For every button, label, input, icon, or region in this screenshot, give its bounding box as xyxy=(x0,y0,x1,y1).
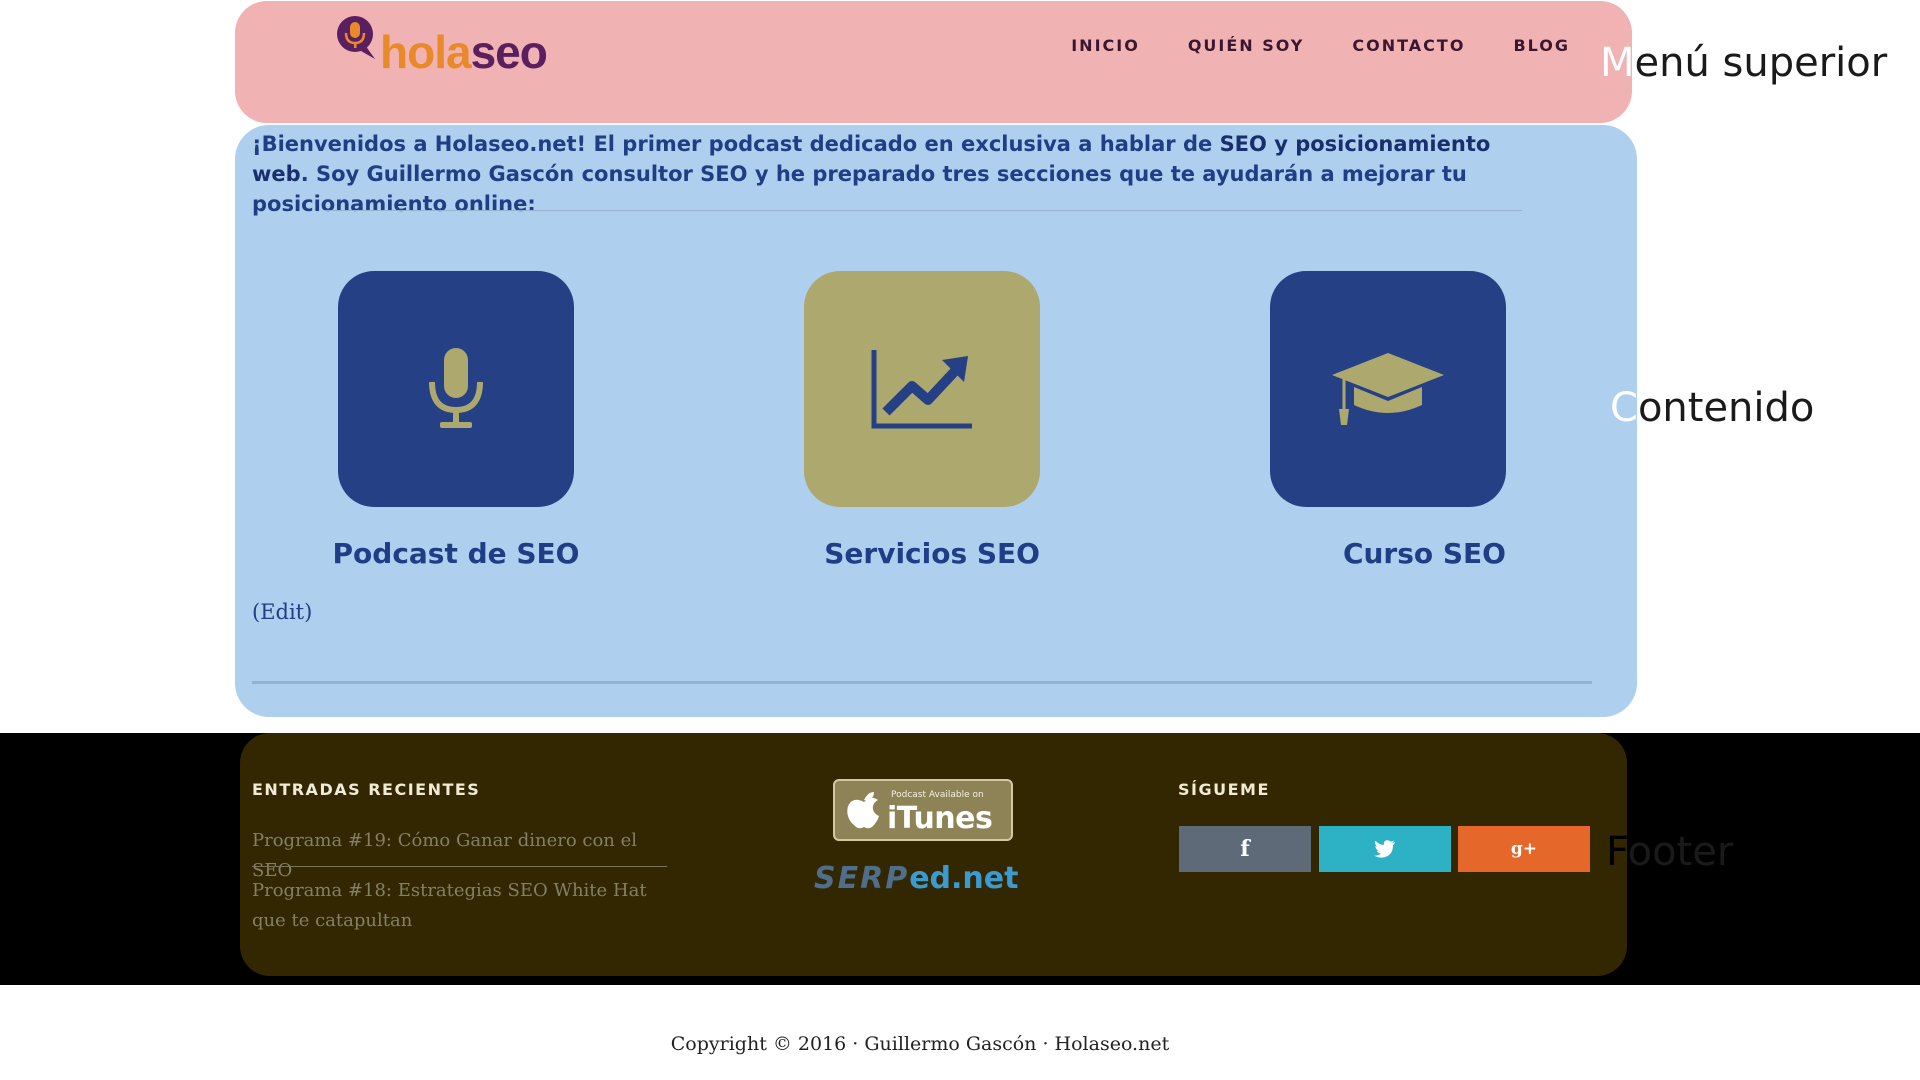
apple-icon xyxy=(847,792,879,829)
microphone-bubble-icon xyxy=(337,16,375,59)
google-plus-button[interactable]: g+ xyxy=(1458,826,1590,872)
microphone-icon xyxy=(429,348,483,428)
serped-logo[interactable]: SERPed.net xyxy=(814,861,1018,896)
trending-chart-icon xyxy=(871,350,972,429)
card-podcast[interactable]: Podcast de SEO xyxy=(333,271,579,570)
recent-post-link[interactable]: Programa #18: Estrategias SEO White Hat … xyxy=(252,876,667,936)
nav-item-contacto[interactable]: CONTACTO xyxy=(1352,36,1465,55)
card-tile xyxy=(1270,271,1506,507)
header-menu: holaseo INICIO QUIÉN SOY CONTACTO BLOG xyxy=(235,1,1632,123)
footer: ENTRADAS RECIENTES Programa #19: Cómo Ga… xyxy=(240,733,1627,976)
annotation-menu: Menú superior xyxy=(1600,40,1888,86)
serped-text-b: ed.net xyxy=(909,861,1019,896)
itunes-badge[interactable]: Podcast Available on iTunes xyxy=(833,779,1013,841)
recent-posts-heading: ENTRADAS RECIENTES xyxy=(252,780,481,799)
graduation-cap-icon xyxy=(1332,353,1444,425)
card-curso[interactable]: Curso SEO xyxy=(1270,271,1506,570)
edit-link[interactable]: (Edit) xyxy=(252,600,312,624)
nav-item-inicio[interactable]: INICIO xyxy=(1071,36,1140,55)
google-plus-icon: g+ xyxy=(1510,839,1538,859)
twitter-button[interactable] xyxy=(1319,826,1451,872)
card-title-curso: Curso SEO xyxy=(1342,537,1506,570)
intro-text: ¡Bienvenidos a Holaseo.net! El primer po… xyxy=(252,132,1491,216)
annotation-footer: Footer xyxy=(1606,829,1734,875)
itunes-small-text: Podcast Available on xyxy=(891,790,984,800)
holaseo-logo[interactable]: holaseo xyxy=(335,15,565,85)
logo-text: holaseo xyxy=(380,26,548,78)
nav-item-quien-soy[interactable]: QUIÉN SOY xyxy=(1188,36,1305,55)
follow-heading: SÍGUEME xyxy=(1178,780,1270,799)
divider xyxy=(324,210,1522,211)
annotation-content: Contenido xyxy=(1610,385,1815,431)
facebook-button[interactable]: f xyxy=(1179,826,1311,872)
card-title-servicios: Servicios SEO xyxy=(824,537,1040,570)
nav-item-blog[interactable]: BLOG xyxy=(1513,36,1570,55)
facebook-icon: f xyxy=(1240,836,1250,862)
card-servicios[interactable]: Servicios SEO xyxy=(804,271,1040,570)
twitter-icon xyxy=(1374,840,1395,858)
card-title-podcast: Podcast de SEO xyxy=(332,537,580,570)
card-tile xyxy=(338,271,574,507)
divider xyxy=(252,681,1592,684)
main-nav: INICIO QUIÉN SOY CONTACTO BLOG xyxy=(1071,36,1570,55)
divider xyxy=(252,866,667,867)
itunes-big-text: iTunes xyxy=(887,801,993,836)
copyright: Copyright © 2016 · Guillermo Gascón · Ho… xyxy=(670,1033,1170,1055)
serped-text-a: SERP xyxy=(814,861,910,896)
main-content: ¡Bienvenidos a Holaseo.net! El primer po… xyxy=(235,125,1637,717)
card-tile xyxy=(804,271,1040,507)
